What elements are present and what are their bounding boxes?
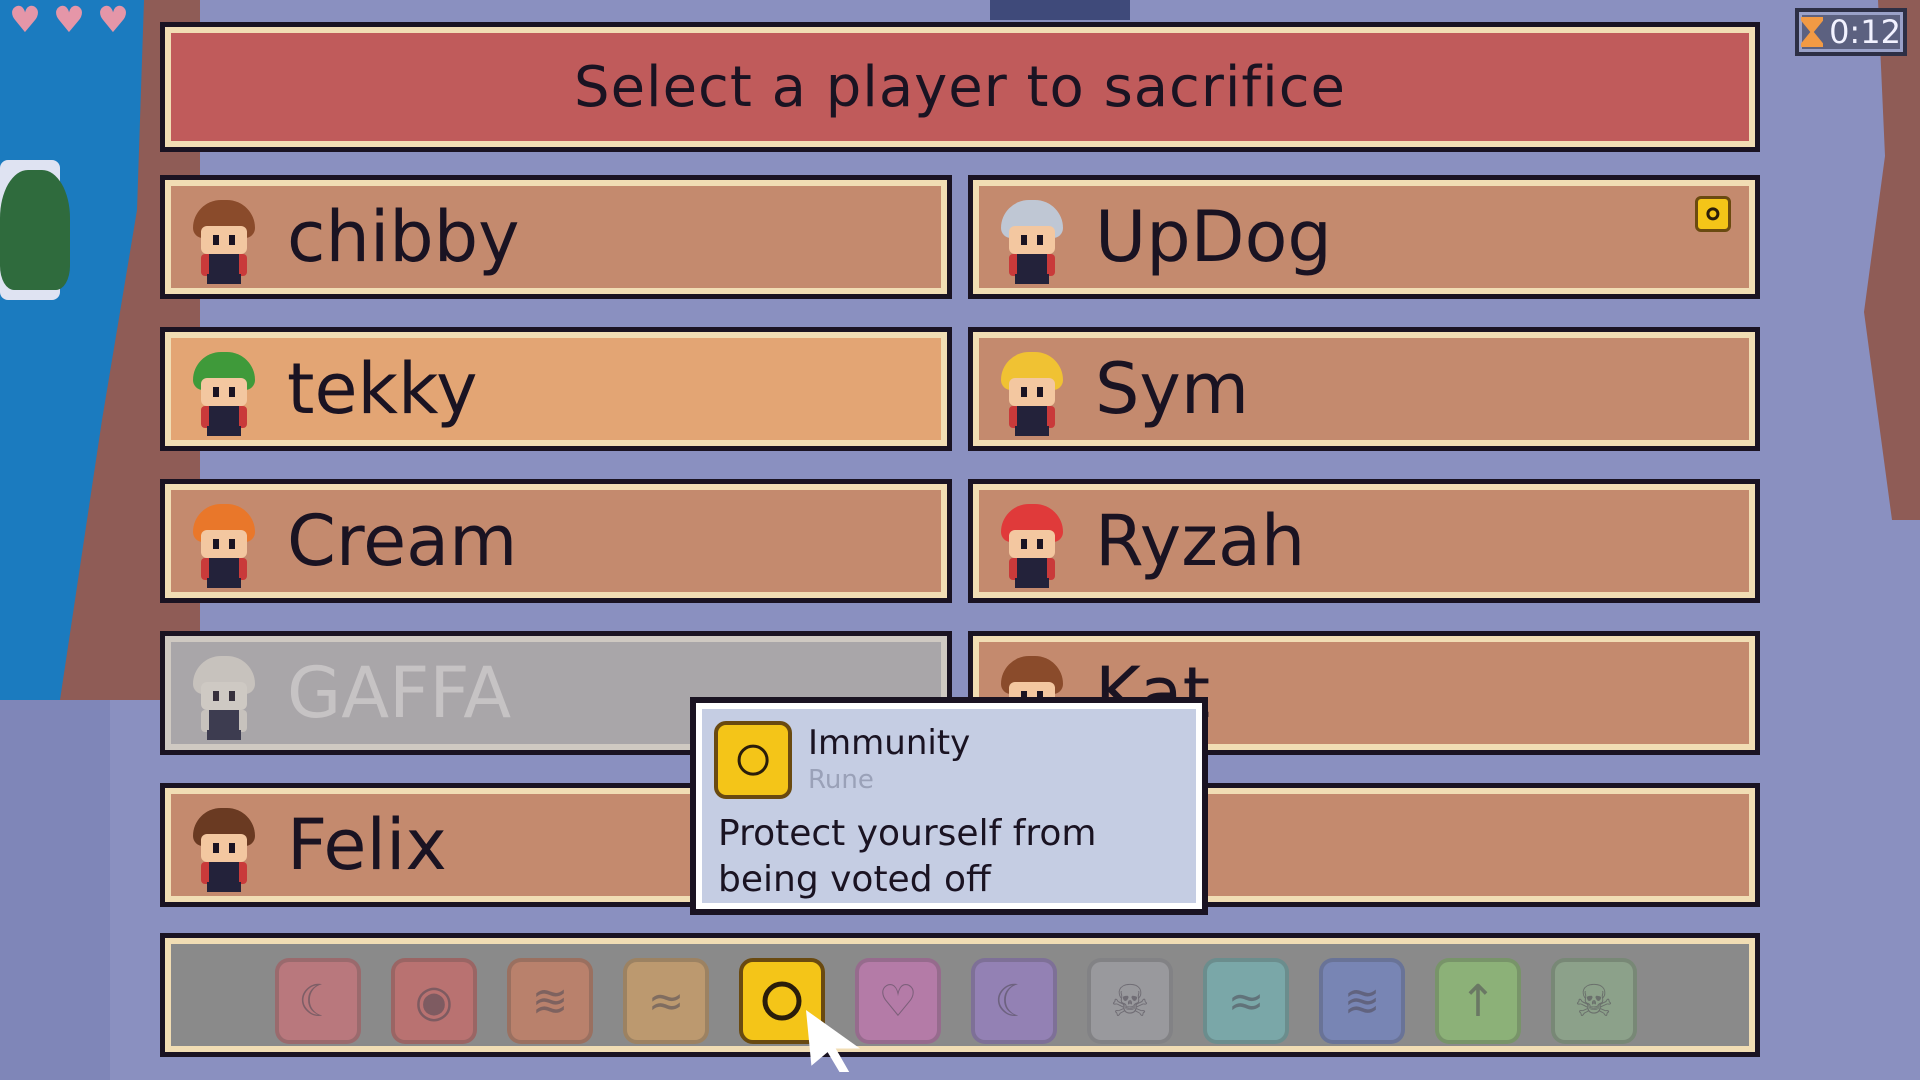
- heat-rune-icon[interactable]: ≋: [507, 958, 593, 1044]
- heart-icon: ♥: [8, 0, 42, 41]
- player-card[interactable]: Cream: [160, 479, 952, 603]
- rune-glyph: ↑: [1459, 975, 1497, 1027]
- title-banner: Select a player to sacrifice: [160, 22, 1760, 152]
- rune-glyph: ≈: [1227, 975, 1265, 1027]
- player-name: GAFFA: [287, 652, 512, 734]
- rune-glyph: ☠: [1574, 975, 1614, 1027]
- rune-glyph: ☾: [298, 975, 338, 1027]
- player-card[interactable]: Ryzah: [968, 479, 1760, 603]
- tooltip-description: Protect yourself from being voted off: [718, 813, 1097, 900]
- skull-rune-icon[interactable]: ☠: [1087, 958, 1173, 1044]
- rune-glyph: ◉: [414, 975, 454, 1027]
- player-avatar-icon: [187, 808, 261, 892]
- player-name: chibby: [287, 196, 520, 278]
- moon-rune-icon[interactable]: ☾: [275, 958, 361, 1044]
- rune-tooltip: Immunity Rune Protect yourself from bein…: [690, 697, 1208, 915]
- immunity-rune-icon: [1695, 196, 1731, 232]
- page-title: Select a player to sacrifice: [574, 54, 1346, 120]
- player-card[interactable]: UpDog: [968, 175, 1760, 299]
- player-name: tekky: [287, 348, 478, 430]
- player-card[interactable]: tekky: [160, 327, 952, 451]
- rune-glyph: ≋: [531, 975, 569, 1027]
- rune-glyph: ☠: [1110, 975, 1150, 1027]
- health-hearts: ♥ ♥ ♥: [8, 0, 130, 41]
- hourglass-icon: [1801, 17, 1823, 47]
- rune-glyph: ≈: [647, 975, 685, 1027]
- player-card[interactable]: chibby: [160, 175, 952, 299]
- timer-text: 0:12: [1829, 13, 1901, 51]
- player-name: Sym: [1095, 348, 1250, 430]
- player-card[interactable]: Sym: [968, 327, 1760, 451]
- water-rune-icon[interactable]: ≋: [1319, 958, 1405, 1044]
- wind-rune-icon-teal[interactable]: ≈: [1203, 958, 1289, 1044]
- player-avatar-icon: [187, 352, 261, 436]
- heart-rune-icon[interactable]: ♡: [855, 958, 941, 1044]
- heart-icon: ♥: [96, 0, 130, 41]
- wind-rune-icon[interactable]: ≈: [623, 958, 709, 1044]
- player-avatar-icon: [995, 352, 1069, 436]
- rune-glyph: ♡: [878, 975, 918, 1027]
- player-name: Cream: [287, 500, 518, 582]
- player-name: UpDog: [1095, 196, 1332, 278]
- tooltip-title: Immunity: [808, 723, 971, 763]
- arrow-rune-icon[interactable]: ↑: [1435, 958, 1521, 1044]
- round-timer: 0:12: [1795, 8, 1907, 56]
- rune-glyph: ≋: [1343, 975, 1381, 1027]
- player-avatar-icon: [995, 200, 1069, 284]
- rune-bar: ☾ ◉ ≋ ≈ ♡ ☾ ☠ ≈ ≋ ↑ ☠: [160, 933, 1760, 1057]
- heart-icon: ♥: [52, 0, 86, 41]
- skull-rune-icon-green[interactable]: ☠: [1551, 958, 1637, 1044]
- player-avatar-icon: [187, 200, 261, 284]
- tooltip-subtitle: Rune: [808, 765, 874, 795]
- map-building: [990, 0, 1130, 20]
- player-avatar-icon: [187, 504, 261, 588]
- player-avatar-icon: [995, 504, 1069, 588]
- skeleton-avatar-icon: [187, 656, 261, 740]
- rune-glyph: ☾: [994, 975, 1034, 1027]
- moon-rune-icon-purple[interactable]: ☾: [971, 958, 1057, 1044]
- eye-rune-icon[interactable]: ◉: [391, 958, 477, 1044]
- player-name: Ryzah: [1095, 500, 1306, 582]
- sun-rune-icon: [714, 721, 792, 799]
- map-tree: [0, 170, 70, 290]
- player-name: Felix: [287, 804, 447, 886]
